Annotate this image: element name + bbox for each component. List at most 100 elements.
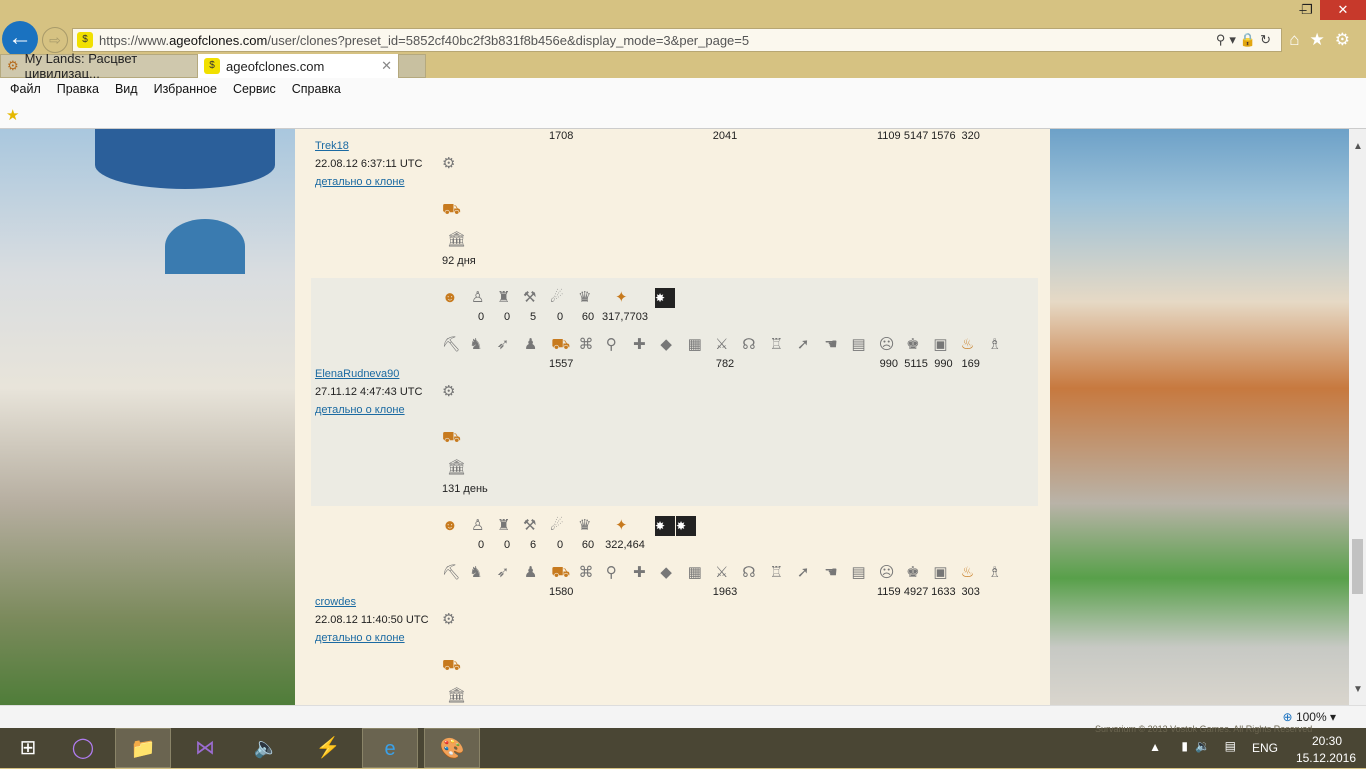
taskbar-app-icon[interactable]: ◯ [55, 728, 111, 768]
stat-value: 1159 [876, 586, 901, 598]
clone-date: 22.08.12 11:40:50 UTC [315, 614, 429, 626]
spear-icon: ➚ [796, 336, 810, 353]
stat-value: 0 [477, 539, 485, 551]
language-indicator[interactable]: ENG [1252, 741, 1278, 755]
gold-icon: ✦ [615, 517, 628, 534]
menu-tools[interactable]: Сервис [233, 82, 276, 96]
url-path: /user/clones?preset_id=5852cf40bc2f3b831… [267, 32, 750, 48]
clock-time[interactable]: 20:30 [1312, 734, 1342, 748]
swords-icon: ⚔ [715, 336, 729, 353]
taskbar-paint-icon[interactable]: 🎨 [424, 728, 480, 768]
vertical-scrollbar[interactable]: ▲ ▼ [1349, 129, 1366, 705]
dome-shape [95, 129, 275, 189]
stat-value: 2041 [712, 130, 738, 142]
taskbar-winamp-icon[interactable]: ⚡ [300, 728, 356, 768]
lock-icon[interactable]: 🔒 [1240, 32, 1260, 47]
favorites-star-icon[interactable]: ★ [1310, 30, 1335, 49]
wall-icon: ▦ [687, 564, 702, 581]
shield-icon: ◆ [660, 336, 672, 353]
zoom-control[interactable]: ⊕ 100% ▾ [1283, 710, 1336, 724]
wrestler-icon: ♚ [906, 336, 920, 353]
clone-icon: ♙ [471, 517, 485, 534]
clock-date[interactable]: 15.12.2016 [1296, 751, 1356, 765]
home-icon[interactable]: ⌂ [1289, 30, 1309, 49]
menu-favorites[interactable]: Избранное [154, 82, 217, 96]
dome-shape [165, 219, 245, 274]
building-icon: 🏛 [447, 687, 467, 704]
taskbar-ie-icon[interactable]: e [362, 728, 418, 768]
carriage-icon: ⛟ [442, 657, 461, 674]
clone-date: 27.11.12 4:47:43 UTC [315, 386, 423, 398]
add-favorites-icon[interactable]: ★ [6, 106, 19, 124]
url-prefix: https://www. [99, 32, 170, 48]
refresh-icon[interactable]: ↻ [1260, 32, 1275, 47]
badge-icon: ✸ [655, 516, 675, 536]
clone-details-link[interactable]: детально о клоне [315, 176, 405, 188]
tab-mylands[interactable]: ⚙ My Lands: Расцвет цивилизац... [0, 51, 198, 81]
url-domain: ageofclones.com [169, 32, 268, 48]
tab-label: My Lands: Расцвет цивилизац... [24, 51, 138, 81]
volume-icon[interactable]: 🔉 [1195, 739, 1210, 753]
building-icon: 🏛 [447, 231, 467, 248]
stat-value: 322,464 [605, 539, 645, 551]
background-cathedral-image [0, 129, 295, 705]
stat-value: 5115 [904, 358, 928, 370]
scout-icon: ♟ [523, 564, 538, 581]
dropdown-icon[interactable]: ▾ [1229, 32, 1240, 47]
clone-name-link[interactable]: Trek18 [315, 140, 349, 152]
tab-strip: ⚙ My Lands: Расцвет цивилизац... $ ageofcl… [0, 51, 1366, 81]
zoom-level: 100% [1295, 710, 1327, 724]
prayer-icon: ▣ [933, 336, 948, 353]
equipment-icon: ⚙ [442, 611, 456, 628]
address-tools[interactable]: ⚲▾🔒↻ [1216, 32, 1275, 48]
gold-icon: ✦ [615, 289, 628, 306]
close-tab-icon[interactable]: ✕ [381, 58, 392, 74]
search-icon[interactable]: ⚲ [1216, 32, 1230, 47]
clone-details-link[interactable]: детально о клоне [315, 632, 405, 644]
equipment-icon: ⚙ [442, 155, 456, 172]
statue-icon: ♗ [988, 564, 1002, 581]
stat-value: 1963 [712, 586, 738, 598]
cart-icon: ⛟ [551, 336, 571, 353]
equipment-icon: ⚙ [442, 383, 456, 400]
start-button[interactable]: ⊞ [0, 728, 56, 768]
address-bar[interactable]: $ https://www.ageofclones.com/user/clone… [72, 28, 1282, 52]
badge-icon: ✸ [655, 288, 675, 308]
browser-tools: ⌂★⚙ [1289, 30, 1360, 50]
taskbar-vs-icon[interactable]: ⋈ [177, 728, 233, 768]
clone-details-link[interactable]: детально о клоне [315, 404, 405, 416]
new-tab-button[interactable] [398, 54, 426, 78]
menu-view[interactable]: Вид [115, 82, 138, 96]
forward-button[interactable]: ⇨ [42, 27, 68, 53]
bandit-icon: ☹ [878, 336, 895, 353]
mage-icon: ♛ [578, 289, 592, 306]
clone-entry: ☻ ♙ 0 ♜ 0 ⚒ 5 ☄ 0 ♛ 60 ✦ 317,7703 ✸ ⛏ ♞ ➶ ♟ ⛟ 1557 ⌘ ⚲ ✚ ◆ ▦ ⚔ 782… [311, 278, 1038, 506]
taskbar: Survarium © 2013 Vostok Games. All Right… [0, 724, 1366, 768]
menu-edit[interactable]: Правка [57, 82, 99, 96]
builder-icon: ♖ [769, 564, 784, 581]
carriage-icon: ⛟ [442, 429, 461, 446]
scroll-down-icon[interactable]: ▼ [1353, 684, 1363, 695]
scroll-thumb[interactable] [1352, 539, 1363, 594]
menu-file[interactable]: Файл [10, 82, 41, 96]
menu-help[interactable]: Справка [292, 82, 341, 96]
clone-icon: ♙ [471, 289, 485, 306]
cannon-icon: ☄ [550, 289, 564, 306]
taskbar-speaker-icon[interactable]: 🔈 [238, 728, 294, 768]
magnifier-icon: ⚲ [605, 564, 617, 581]
scroll-up-icon[interactable]: ▲ [1353, 141, 1363, 152]
close-button[interactable]: ✕ [1320, 0, 1366, 20]
stat-value: 1708 [548, 130, 574, 142]
network-icon[interactable]: ▤ [1225, 739, 1236, 753]
clone-name-link[interactable]: ElenaRudneva90 [315, 368, 399, 380]
url-text[interactable]: https://www.ageofclones.com/user/clones?… [99, 33, 749, 48]
clone-name-link[interactable]: crowdes [315, 596, 356, 608]
taskbar-explorer-icon[interactable]: 📁 [115, 728, 171, 768]
gear-icon[interactable]: ⚙ [1335, 30, 1360, 49]
restore-button[interactable]: ❐ [1290, 0, 1324, 20]
tab-ageofclones[interactable]: $ ageofclones.com ✕ [198, 54, 398, 78]
tray-expand-icon[interactable]: ▲ [1149, 740, 1161, 754]
battery-icon[interactable]: ▮ [1181, 739, 1188, 753]
background-city-image [1050, 129, 1349, 705]
stat-value: 0 [503, 539, 511, 551]
